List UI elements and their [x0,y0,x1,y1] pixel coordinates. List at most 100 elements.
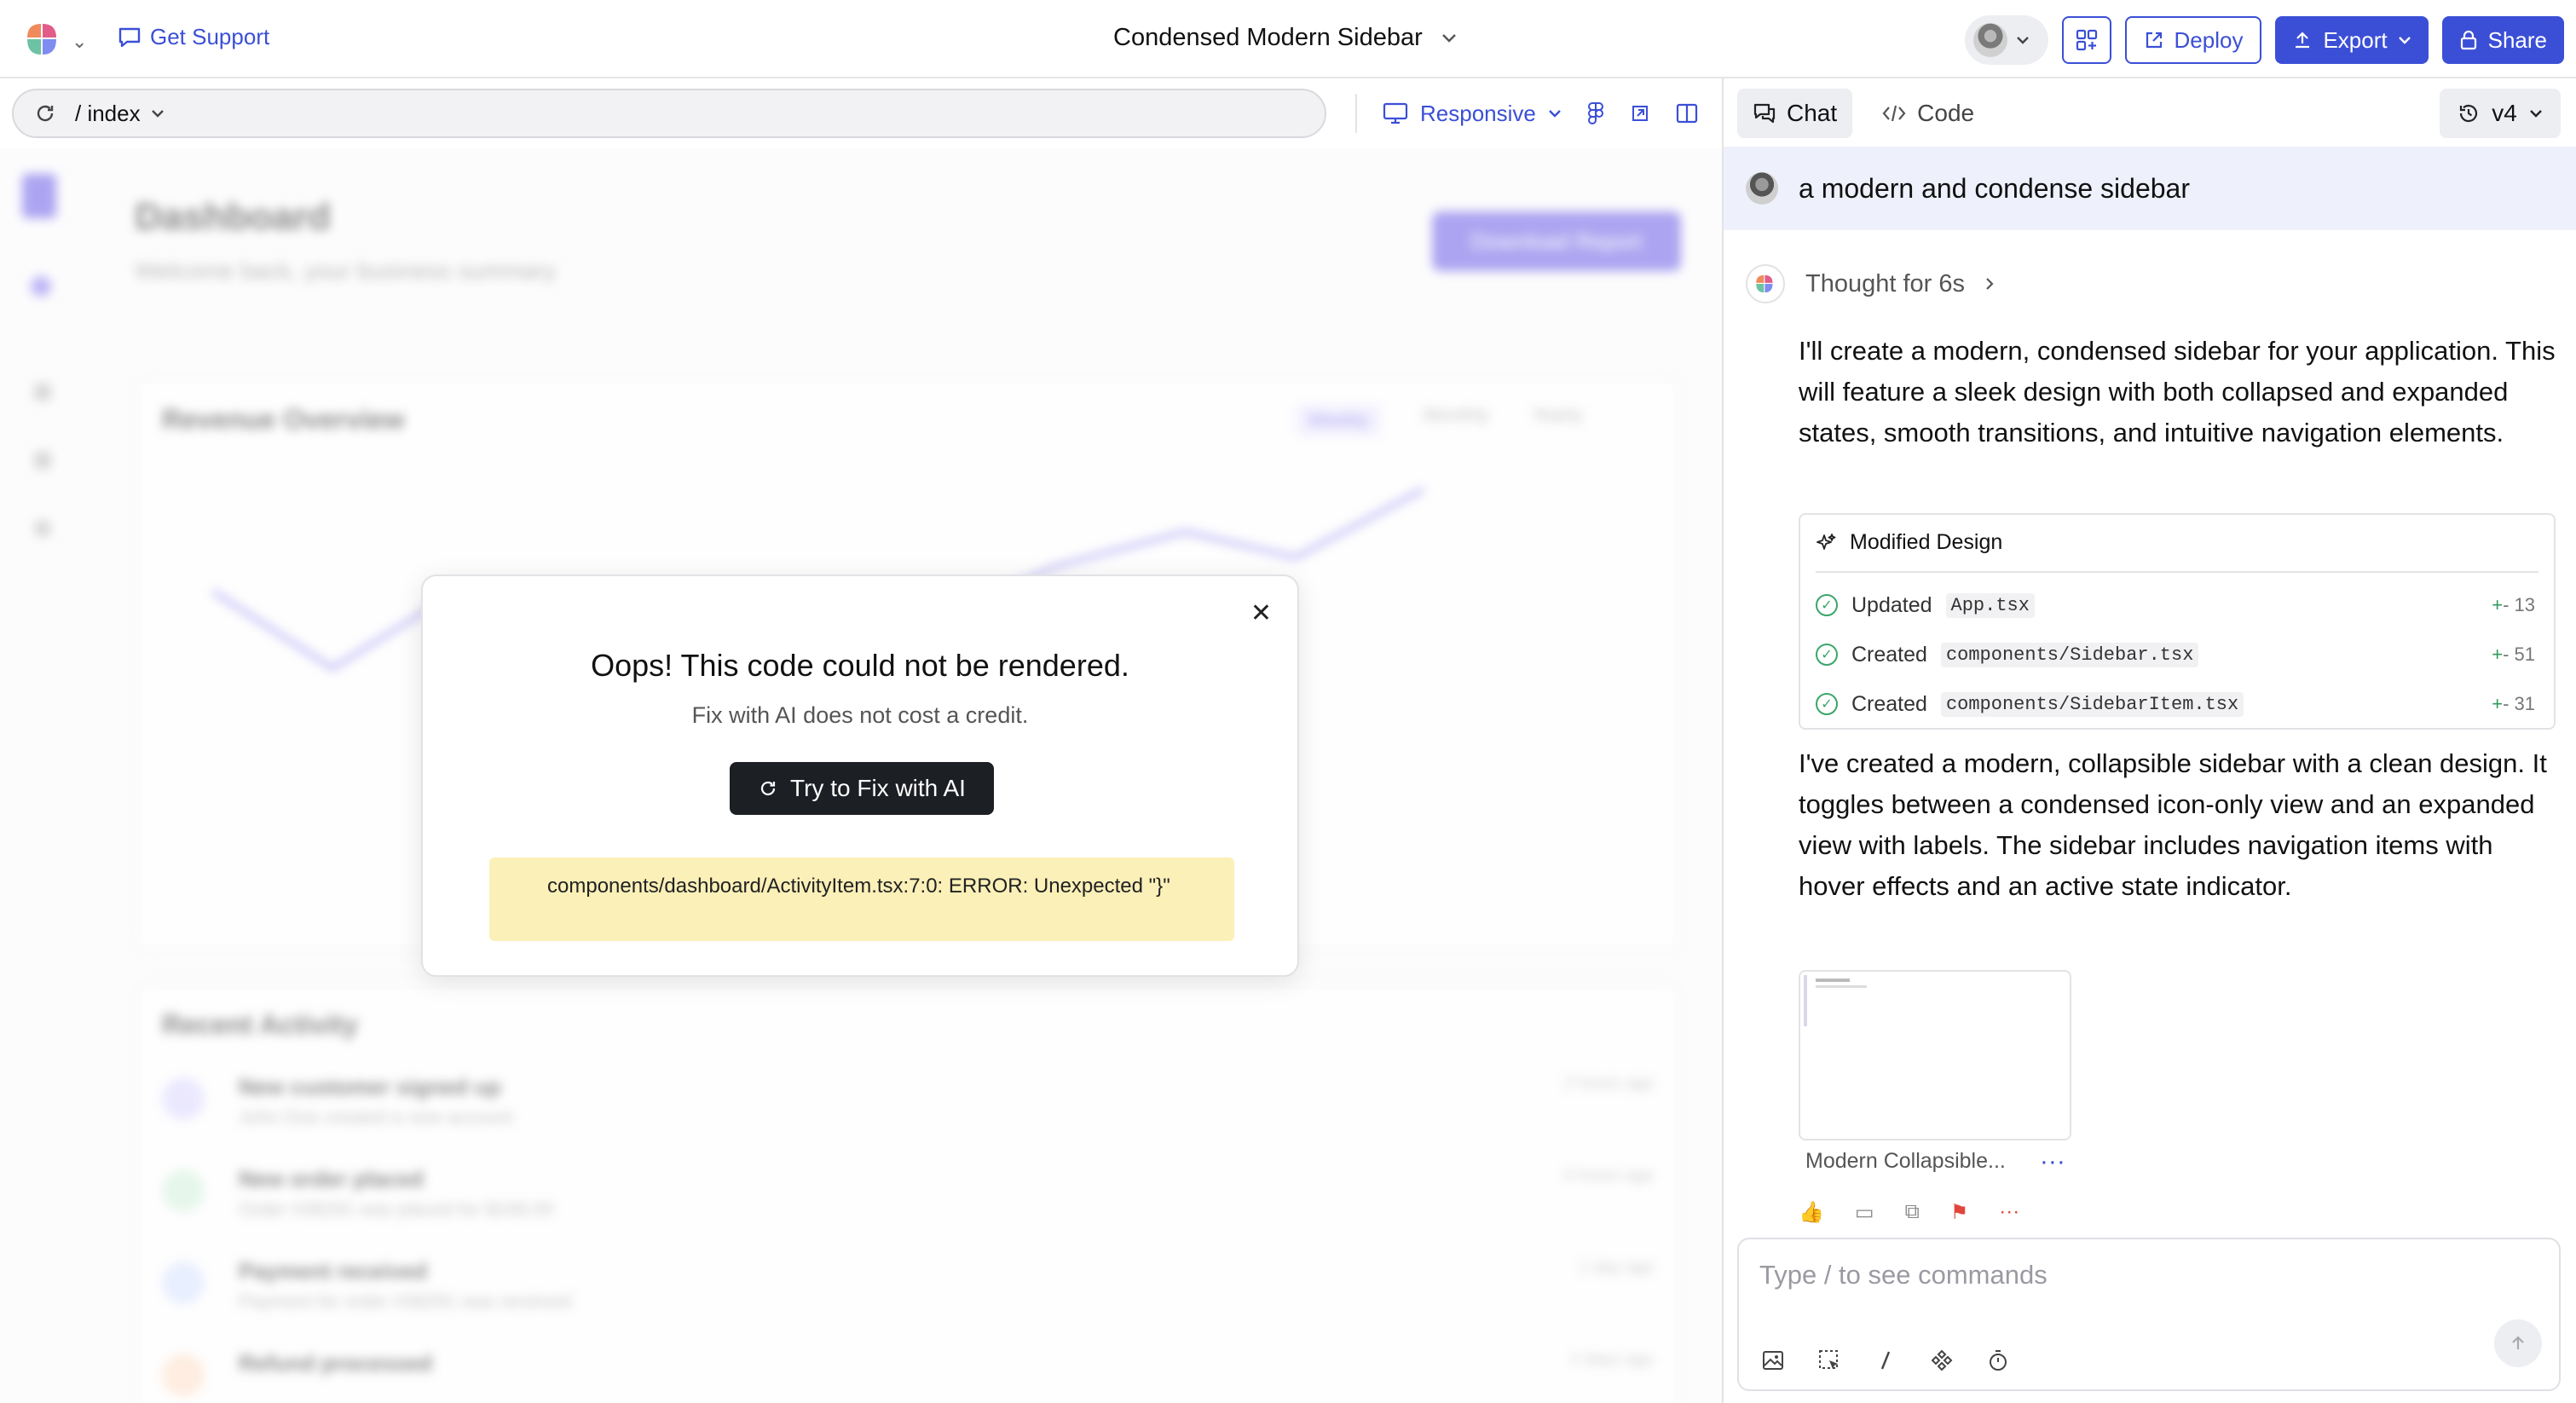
get-support-link[interactable]: Get Support [118,24,269,50]
fix-with-ai-button[interactable]: Try to Fix with AI [730,762,994,815]
chevron-down-icon[interactable] [151,109,165,118]
chat-tabs: Chat Code [1737,89,1990,138]
app-logo-icon[interactable] [24,20,63,58]
external-link-icon [2146,32,2162,49]
preview-download-button: Download Report [1432,211,1681,271]
preview-activity-item: Refund processed 2 days ago [162,1345,1654,1403]
version-dropdown[interactable]: v4 [2440,89,2561,138]
composer-input[interactable]: Type / to see commands [1759,1260,2048,1290]
duplicate-icon[interactable]: ⧉ [1905,1200,1920,1225]
change-file: components/SidebarItem.tsx [1940,691,2244,717]
components-button[interactable] [2061,16,2111,64]
components-icon[interactable] [1930,1348,1954,1372]
tab-code[interactable]: Code [1866,89,1990,138]
avatar [1972,23,2007,57]
refresh-icon[interactable] [34,102,56,124]
preview-activity-title: Recent Activity [162,1009,358,1040]
thumbnail-sidebar [1804,975,1807,1026]
preview-activity-item-time: 2 days ago [1570,1350,1654,1369]
error-modal-title: Oops! This code could not be rendered. [591,648,1129,683]
chat-icon [1753,103,1776,124]
figma-icon[interactable] [1587,101,1604,125]
version-thumbnail[interactable] [1799,970,2071,1140]
share-label: Share [2487,26,2547,53]
deploy-button[interactable]: Deploy [2124,16,2262,64]
preview-sidebar-logo-icon [22,174,56,218]
preview-sidebar-icon [34,452,51,469]
components-grid-icon [2076,29,2097,51]
chevron-down-icon [2529,110,2542,118]
message-actions: 👍 ▭ ⧉ ⚑ ··· [1799,1200,2019,1225]
upload-icon [2296,32,2310,49]
thought-label: Thought for 6s [1805,269,1965,297]
chevron-down-icon[interactable]: ⌄ [72,31,87,53]
preview-activity-item-desc: John Doe created a new account [239,1106,513,1128]
close-icon[interactable]: ✕ [1250,598,1272,628]
change-action: Created [1851,691,1927,716]
thought-toggle[interactable]: Thought for 6s [1746,264,1994,303]
tab-chat-label: Chat [1787,100,1838,126]
more-options-icon[interactable]: ··· [1999,1200,2019,1225]
change-row[interactable]: ✓ Created components/SidebarItem.tsx +- … [1816,687,2535,721]
user-message: a modern and condense sidebar [1724,147,2576,230]
chevron-down-icon [1549,110,1561,118]
monitor-icon [1383,102,1408,124]
divider [1816,571,2538,573]
responsive-dropdown[interactable]: Responsive [1383,101,1562,127]
change-diff: +- 13 [2492,594,2535,615]
check-icon: ✓ [1816,693,1838,715]
share-button[interactable]: Share [2441,16,2564,64]
export-button[interactable]: Export [2275,16,2429,64]
get-support-label: Get Support [150,24,270,49]
message-composer[interactable]: Type / to see commands [1737,1238,2561,1391]
project-title: Condensed Modern Sidebar [1113,24,1423,51]
preview-activity-item: New customer signed up John Doe created … [162,1069,1654,1161]
preview-page-title: Dashboard [135,196,331,238]
chevron-down-icon [2016,37,2029,44]
more-options-icon[interactable]: ··· [2040,1148,2065,1174]
modified-design-card[interactable]: Modified Design ✓ Updated App.tsx +- 13 … [1799,513,2556,730]
thumbnail-line [1816,985,1867,988]
copy-icon[interactable]: ▭ [1855,1200,1874,1225]
preview-tab: Yearly [1531,404,1584,425]
split-view-icon[interactable] [1676,103,1698,124]
user-menu-button[interactable] [1964,15,2048,65]
preview-activity-item-desc: Payment for order #38291 was received [239,1290,572,1312]
assistant-reply-1: I'll create a modern, condensed sidebar … [1799,336,2556,447]
preview-activity-item-title: Payment received [239,1258,428,1284]
top-bar: ⌄ Get Support Condensed Modern Sidebar D… [0,0,2576,78]
project-title-dropdown[interactable]: Condensed Modern Sidebar [1113,24,1457,52]
preview-activity-item-title: Refund processed [239,1350,432,1376]
preview-activity-item-desc: Order #38291 was placed for $248.00 [239,1198,554,1220]
thumbs-up-icon[interactable]: 👍 [1799,1200,1824,1225]
slash-command-icon[interactable] [1874,1348,1897,1372]
send-button[interactable] [2494,1319,2542,1367]
open-external-icon[interactable] [1630,103,1650,124]
image-upload-icon[interactable] [1761,1348,1785,1372]
change-action: Updated [1851,592,1932,617]
route-path: / index [75,100,141,126]
preview-activity-item: New order placed Order #38291 was placed… [162,1161,1654,1253]
select-element-icon[interactable] [1817,1348,1841,1372]
code-icon [1882,105,1906,122]
chevron-down-icon [2398,37,2411,44]
tab-chat[interactable]: Chat [1737,89,1853,138]
timer-icon[interactable] [1986,1348,2010,1372]
preview-activity-item-time: 5 hours ago [1563,1166,1654,1185]
export-label: Export [2323,26,2388,53]
preview-activity-avatar [162,1169,205,1212]
flag-icon[interactable]: ⚑ [1950,1200,1969,1225]
preview-url-bar[interactable]: / index [12,89,1326,138]
change-row[interactable]: ✓ Updated App.tsx +- 13 [1816,588,2535,622]
chat-bubble-icon [118,27,141,47]
preview-activity-avatar [162,1077,205,1120]
thumbnail-line [1816,979,1850,982]
change-row[interactable]: ✓ Created components/Sidebar.tsx +- 51 [1816,638,2535,672]
preview-activity-item: Payment received Payment for order #3829… [162,1253,1654,1345]
change-file: App.tsx [1945,592,2035,618]
change-diff: +- 31 [2492,693,2535,714]
lock-icon [2460,30,2476,50]
composer-toolbar [1761,1348,2010,1372]
preview-activity-item-title: New order placed [239,1166,424,1192]
tab-code-label: Code [1917,100,1975,126]
